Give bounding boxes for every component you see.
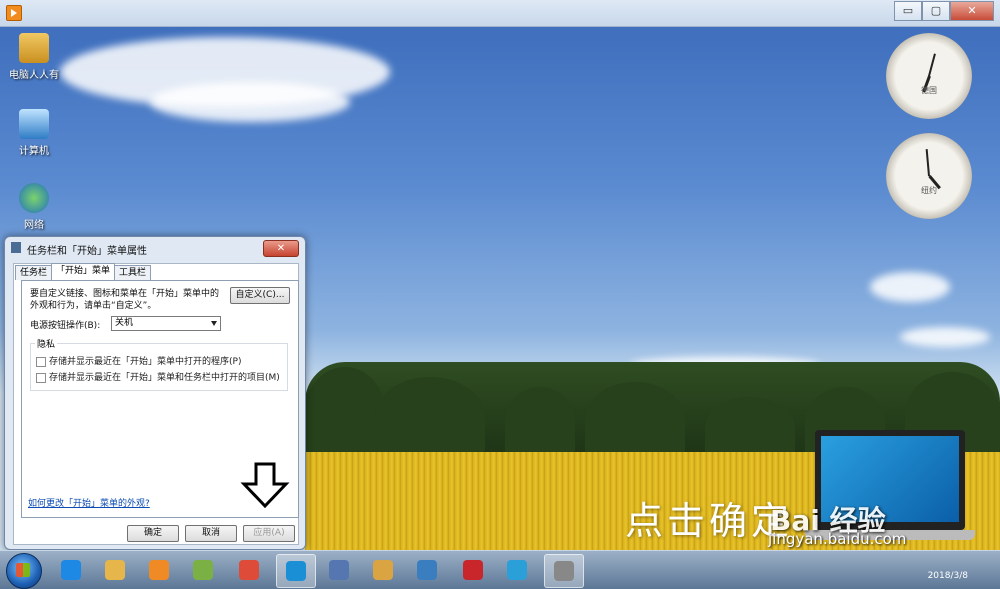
window-titlebar: ▭ ▢ ✕ [0,0,1000,27]
close-button[interactable]: ✕ [950,1,994,21]
desktop-icon-label: 网络 [24,220,44,231]
minimize-button[interactable]: ▭ [894,1,922,21]
cloud [870,272,950,302]
desktop-icon-computer[interactable]: 计算机 [2,109,66,157]
privacy-title: 隐私 [35,337,58,350]
taskbar-button[interactable] [140,554,178,586]
paint-icon [373,560,393,580]
checkbox-recent-items[interactable]: 存储并显示最近在「开始」菜单和任务栏中打开的项目(M) [36,370,280,383]
checkbox-label: 存储并显示最近在「开始」菜单中打开的程序(P) [49,357,242,367]
checkbox-box[interactable] [36,372,46,383]
window-controls: ▭ ▢ ✕ [894,1,994,21]
clock-gadget-germany[interactable]: 德国 [886,33,972,119]
chess-icon [463,560,483,580]
start-menu-help-link[interactable]: 如何更改「开始」菜单的外观? [28,496,150,509]
remote-desktop-icon [417,560,437,580]
taskbar: 2018/3/8 [0,550,1000,589]
chevron-down-icon [211,321,217,326]
cancel-button[interactable]: 取消 [185,525,237,542]
dialog-titlebar: 任务栏和「开始」菜单属性 ✕ [5,237,305,259]
privacy-group: 隐私 存储并显示最近在「开始」菜单中打开的程序(P) 存储并显示最近在「开始」菜… [30,337,288,391]
power-button-value: 关机 [115,318,134,328]
clock-gadget-newyork[interactable]: 纽约 [886,133,972,219]
watermark-url: jingyan.baidu.com [768,530,907,548]
dialog-title: 任务栏和「开始」菜单属性 [27,246,147,257]
arrow-down-icon [240,462,290,508]
checkbox-box[interactable] [36,356,46,367]
folder-icon [193,560,213,580]
desktop-icon-label: 电脑人人有 [9,70,59,81]
media-player-icon [149,560,169,580]
clock-label: 纽约 [921,186,937,195]
browser-icon [286,561,306,581]
dialog-tabs: 任务栏 「开始」菜单 工具栏 [15,263,152,280]
computer-icon [19,109,49,139]
taskbar-button[interactable] [454,554,492,586]
taskbar-button[interactable] [184,554,222,586]
desktop-icon-network[interactable]: 网络 [2,183,66,231]
power-button-label: 电源按钮操作(B): [30,321,101,331]
tab-toolbars[interactable]: 工具栏 [114,265,152,280]
document-icon [329,560,349,580]
taskbar-button[interactable] [544,554,584,588]
desktop-icon-label: 计算机 [19,146,49,157]
user-folder-icon [19,33,49,63]
tab-start-menu[interactable]: 「开始」菜单 [51,263,116,280]
taskbar-button[interactable] [230,554,268,586]
cloud [900,327,990,347]
device-icon [554,561,574,581]
taskbar-button[interactable] [320,554,358,586]
desktop-icon-user[interactable]: 电脑人人有 [2,33,66,81]
network-icon [19,183,49,213]
internet-explorer-icon [61,560,81,580]
checkbox-recent-programs[interactable]: 存储并显示最近在「开始」菜单中打开的程序(P) [36,354,241,367]
start-button[interactable] [6,553,42,589]
tray-date: 2018/3/8 [927,571,968,581]
ok-button[interactable]: 确定 [127,525,179,542]
player-app-icon [6,5,22,21]
file-explorer-icon [105,560,125,580]
checkbox-label: 存储并显示最近在「开始」菜单和任务栏中打开的项目(M) [49,373,280,383]
apply-button[interactable]: 应用(A) [243,525,295,542]
chrome-icon [239,560,259,580]
tab-taskbar[interactable]: 任务栏 [15,265,53,280]
taskbar-button[interactable] [276,554,316,588]
customize-button[interactable]: 自定义(C)... [230,287,290,304]
taskbar-button[interactable] [52,554,90,586]
dialog-close-button[interactable]: ✕ [263,240,299,257]
start-menu-description: 要自定义链接、图标和菜单在「开始」菜单中的外观和行为，请单击“自定义”。 [30,289,220,311]
taskbar-button[interactable] [364,554,402,586]
dialog-icon [11,242,21,253]
taskbar-button[interactable] [498,554,536,586]
taskbar-button[interactable] [96,554,134,586]
cloud [150,82,350,122]
taskbar-button[interactable] [408,554,446,586]
power-button-select[interactable]: 关机 [111,316,221,331]
network-app-icon [507,560,527,580]
maximize-button[interactable]: ▢ [922,1,950,21]
clock-label: 德国 [921,86,937,95]
